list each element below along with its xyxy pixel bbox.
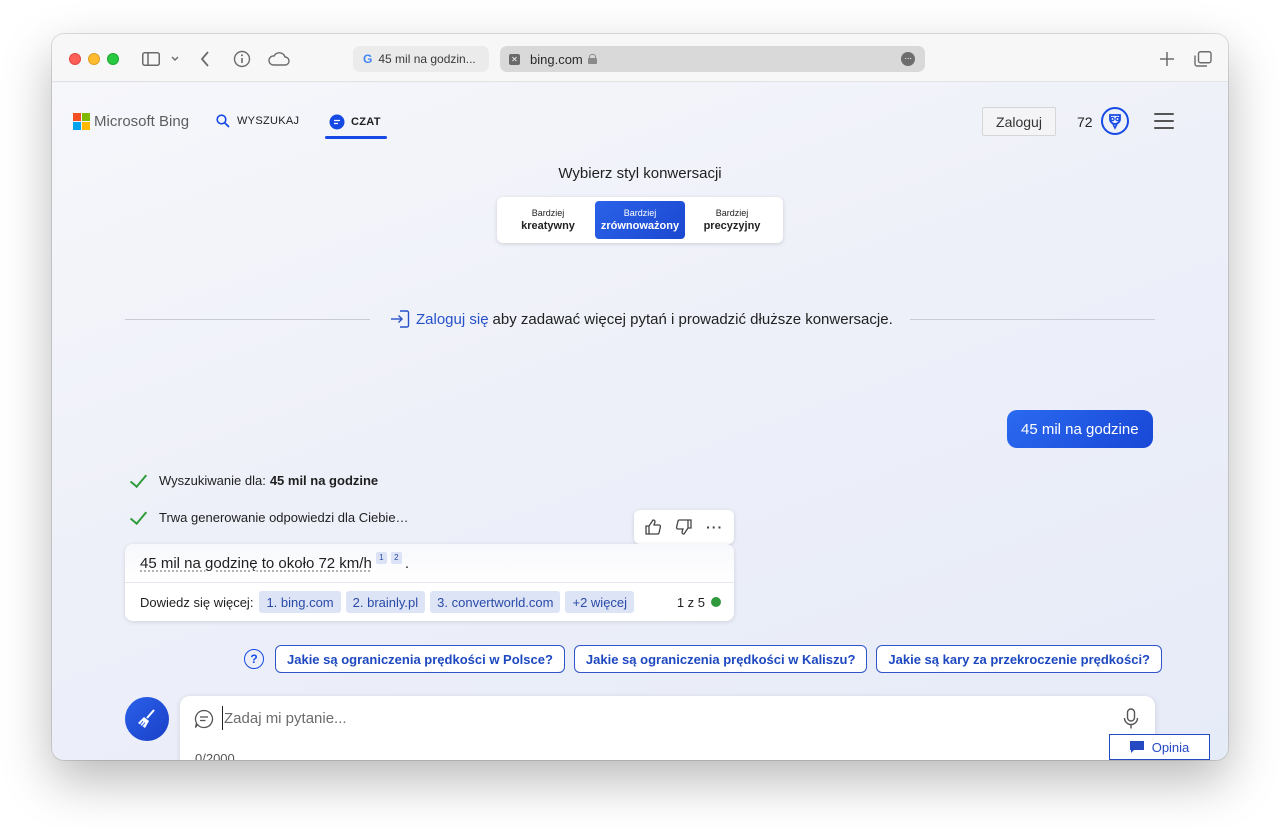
microsoft-logo-icon bbox=[73, 113, 90, 130]
thumbs-up-icon[interactable] bbox=[639, 513, 667, 541]
broom-icon bbox=[138, 709, 155, 728]
response-counter: 1 z 5 bbox=[677, 595, 721, 610]
tab-title: 45 mil na godzin... bbox=[378, 52, 476, 66]
style-picker-title: Wybierz styl konwersacji bbox=[558, 165, 722, 182]
divider bbox=[125, 319, 370, 320]
close-window-button[interactable] bbox=[69, 53, 81, 65]
question-help-icon[interactable]: ? bbox=[244, 649, 264, 669]
browser-window: G 45 mil na godzin... ✕ bing.com ··· Mic… bbox=[52, 34, 1228, 760]
status-generating: Trwa generowanie odpowiedzi dla Ciebie… bbox=[128, 510, 409, 525]
signin-message: aby zadawać więcej pytań i prowadzić dłu… bbox=[492, 310, 893, 328]
nav-chat[interactable]: CZAT bbox=[329, 114, 381, 130]
conversation-style-picker: Bardziej kreatywny Bardziej zrównoważony… bbox=[497, 197, 783, 243]
maximize-window-button[interactable] bbox=[107, 53, 119, 65]
status-label: Wyszukiwanie dla: bbox=[159, 473, 266, 488]
status-label: Trwa generowanie odpowiedzi dla Ciebie… bbox=[159, 510, 409, 525]
signin-banner: Zaloguj się aby zadawać więcej pytań i p… bbox=[125, 310, 1155, 339]
rewards-trophy-icon[interactable] bbox=[1101, 107, 1129, 135]
suggestion-chip[interactable]: Jakie są ograniczenia prędkości w Polsce… bbox=[275, 645, 565, 673]
tab-google-search[interactable]: G 45 mil na godzin... bbox=[353, 46, 489, 72]
info-icon[interactable] bbox=[232, 48, 252, 70]
style-option-line1: Bardziej bbox=[531, 207, 565, 218]
address-text[interactable]: bing.com bbox=[530, 52, 583, 67]
minimize-window-button[interactable] bbox=[88, 53, 100, 65]
style-option-balanced[interactable]: Bardziej zrównoważony bbox=[595, 201, 685, 239]
chevron-down-icon[interactable] bbox=[169, 48, 181, 70]
learn-more-label: Dowiedz się więcej: bbox=[140, 594, 254, 610]
back-arrow-icon[interactable] bbox=[197, 48, 213, 70]
nav-chat-label: CZAT bbox=[351, 116, 381, 128]
signin-link[interactable]: Zaloguj się bbox=[416, 311, 489, 328]
citation-1[interactable]: 1 bbox=[375, 552, 387, 564]
style-option-line1: Bardziej bbox=[623, 207, 657, 218]
source-link-1[interactable]: 1. bing.com bbox=[259, 591, 341, 613]
suggestion-chip[interactable]: Jakie są kary za przekroczenie prędkości… bbox=[876, 645, 1162, 673]
character-counter: 0/2000 bbox=[195, 751, 235, 760]
style-option-precise[interactable]: Bardziej precyzyjny bbox=[685, 201, 779, 239]
active-tab-indicator bbox=[325, 136, 387, 139]
more-sources-link[interactable]: +2 więcej bbox=[565, 591, 635, 613]
chat-input[interactable] bbox=[222, 706, 1102, 730]
style-option-creative[interactable]: Bardziej kreatywny bbox=[501, 201, 595, 239]
chat-icon bbox=[329, 114, 345, 130]
browser-titlebar: G 45 mil na godzin... ✕ bing.com ··· bbox=[52, 34, 1228, 82]
citation-2[interactable]: 2 bbox=[390, 552, 402, 564]
source-link-3[interactable]: 3. convertworld.com bbox=[430, 591, 561, 613]
new-tab-plus-icon[interactable] bbox=[1158, 48, 1176, 70]
rewards-points[interactable]: 72 bbox=[1077, 114, 1093, 130]
status-searching: Wyszukiwanie dla: 45 mil na godzine bbox=[128, 473, 378, 488]
response-actions: ··· bbox=[634, 510, 734, 544]
lock-icon bbox=[587, 54, 597, 64]
source-link-2[interactable]: 2. brainly.pl bbox=[345, 591, 426, 613]
style-option-line2: zrównoważony bbox=[600, 219, 680, 232]
divider bbox=[910, 319, 1155, 320]
bing-chat-page: Microsoft Bing WYSZUKAJ CZAT Zaloguj 72 … bbox=[52, 83, 1228, 760]
more-options-icon[interactable]: ··· bbox=[901, 52, 915, 66]
new-topic-button[interactable] bbox=[125, 697, 169, 741]
chat-bubble-icon bbox=[194, 709, 214, 729]
tab-bing[interactable]: ✕ bing.com ··· bbox=[500, 46, 925, 72]
search-icon bbox=[216, 114, 230, 128]
check-icon bbox=[128, 474, 150, 488]
feedback-button[interactable]: Opinia bbox=[1109, 734, 1210, 760]
nav-search[interactable]: WYSZUKAJ bbox=[216, 114, 299, 128]
check-icon bbox=[128, 511, 150, 525]
feedback-icon bbox=[1129, 741, 1144, 753]
learn-more-row: Dowiedz się więcej: 1. bing.com 2. brain… bbox=[125, 582, 734, 621]
cloud-icon[interactable] bbox=[268, 48, 290, 70]
answer-text: 45 mil na godzinę to około 72 km/h bbox=[140, 554, 372, 572]
answer-text-row: 45 mil na godzinę to około 72 km/h 1 2 . bbox=[125, 544, 734, 582]
sign-in-icon bbox=[391, 310, 410, 328]
chat-composer: 0/2000 bbox=[180, 696, 1155, 760]
nav-search-label: WYSZUKAJ bbox=[237, 115, 300, 127]
answer-card: 45 mil na godzinę to około 72 km/h 1 2 .… bbox=[125, 544, 734, 621]
feedback-label: Opinia bbox=[1151, 739, 1190, 755]
style-option-line2: kreatywny bbox=[521, 219, 575, 232]
response-counter-text: 1 z 5 bbox=[676, 594, 705, 610]
microphone-icon[interactable] bbox=[1123, 708, 1139, 730]
brand-name: Microsoft Bing bbox=[94, 113, 190, 130]
style-option-line2: precyzyjny bbox=[703, 219, 761, 232]
user-message: 45 mil na godzine bbox=[1007, 410, 1153, 448]
suggestion-chip[interactable]: Jakie są ograniczenia prędkości w Kalisz… bbox=[573, 645, 868, 673]
thumbs-down-icon[interactable] bbox=[670, 513, 698, 541]
tab-overview-icon[interactable] bbox=[1193, 48, 1213, 70]
sidebar-icon[interactable] bbox=[141, 48, 161, 70]
google-icon: G bbox=[363, 52, 373, 66]
hamburger-menu-icon[interactable] bbox=[1154, 113, 1174, 134]
status-query: 45 mil na godzine bbox=[269, 473, 379, 488]
microsoft-bing-logo[interactable]: Microsoft Bing bbox=[73, 113, 189, 130]
suggestions-row: ? Jakie są ograniczenia prędkości w Pols… bbox=[244, 645, 1171, 673]
login-button[interactable]: Zaloguj bbox=[982, 107, 1056, 136]
answer-end: . bbox=[404, 554, 409, 572]
status-dot-icon bbox=[711, 597, 721, 607]
more-actions-icon[interactable]: ··· bbox=[701, 513, 729, 541]
bing-favicon: ✕ bbox=[509, 53, 520, 65]
style-option-line1: Bardziej bbox=[715, 207, 749, 218]
